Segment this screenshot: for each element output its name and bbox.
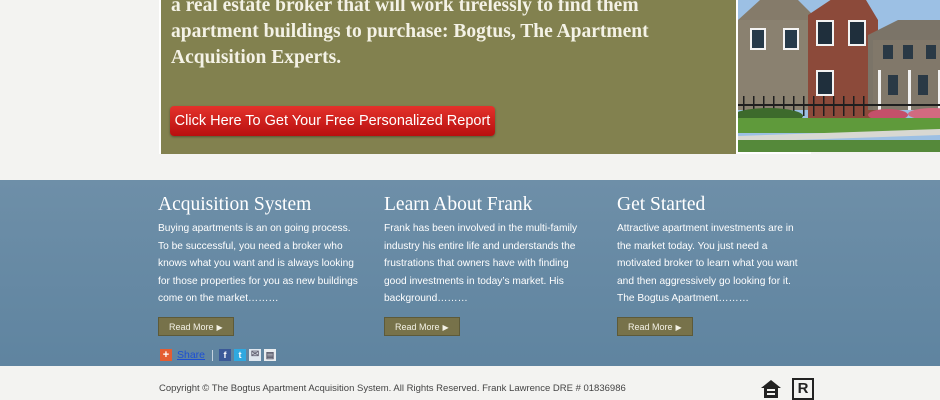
read-more-button[interactable]: Read More ▶	[158, 317, 234, 336]
apartment-building-photo	[738, 0, 940, 152]
hero-panel: a real estate broker that will work tire…	[159, 0, 940, 154]
read-more-button[interactable]: Read More ▶	[617, 317, 693, 336]
column-title: Learn About Frank	[384, 194, 533, 215]
acquisition-system-column: Acquisition System Buying apartments is …	[158, 195, 358, 308]
play-arrow-icon: ▶	[442, 323, 449, 332]
features-band: Acquisition System Buying apartments is …	[0, 180, 940, 366]
column-title: Acquisition System	[158, 194, 312, 215]
facebook-icon[interactable]: f	[219, 349, 232, 361]
read-more-label: Read More	[628, 322, 673, 332]
free-report-button[interactable]: Click Here To Get Your Free Personalized…	[170, 106, 495, 136]
apartment-building-image	[738, 0, 940, 152]
print-icon[interactable]: ▤	[264, 349, 277, 361]
realtor-icon: R	[792, 378, 814, 400]
twitter-icon[interactable]: t	[234, 349, 247, 361]
column-body: Buying apartments is an on going process…	[158, 223, 358, 304]
share-bar: + Share f t ✉ ▤	[160, 348, 277, 362]
read-more-label: Read More	[395, 322, 440, 332]
learn-about-frank-column: Learn About Frank Frank has been involve…	[384, 195, 584, 308]
read-more-label: Read More	[169, 322, 214, 332]
column-body: Frank has been involved in the multi-fam…	[384, 223, 578, 304]
email-icon[interactable]: ✉	[249, 349, 262, 361]
column-body: Attractive apartment investments are in …	[617, 223, 798, 304]
equal-housing-icon	[761, 380, 781, 398]
get-started-column: Get Started Attractive apartment investm…	[617, 195, 807, 308]
share-link[interactable]: Share	[177, 349, 205, 361]
divider	[212, 349, 214, 361]
copyright-text: Copyright © The Bogtus Apartment Acquisi…	[159, 383, 626, 394]
plus-icon[interactable]: +	[160, 349, 172, 361]
play-arrow-icon: ▶	[216, 323, 223, 332]
column-title: Get Started	[617, 194, 706, 215]
hero-text-panel: a real estate broker that will work tire…	[161, 0, 736, 154]
hero-text: a real estate broker that will work tire…	[171, 0, 649, 68]
play-arrow-icon: ▶	[675, 323, 682, 332]
read-more-button[interactable]: Read More ▶	[384, 317, 460, 336]
